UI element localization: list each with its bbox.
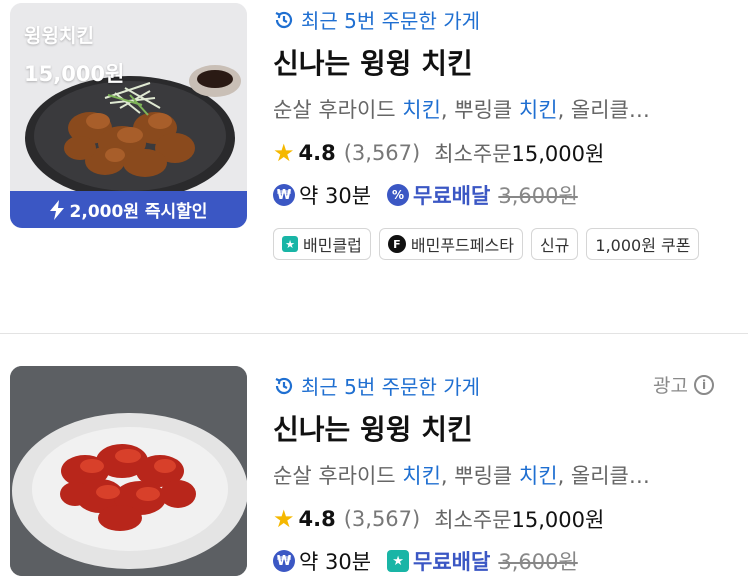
ad-label[interactable]: 광고 i (653, 371, 714, 398)
tag-new: 신규 (530, 228, 579, 260)
store-tags: ★ 배민클럽 F 배민푸드페스타 신규 1,000원 쿠폰 (273, 228, 733, 260)
min-order-value: 15,000원 (511, 508, 605, 532)
menu-keyword: 치킨 (518, 464, 558, 488)
instant-discount-banner: 2,000원 즉시할인 (10, 191, 247, 228)
delivery-row: ₩ 약 30분 % 무료배달 3,600원 (273, 180, 578, 210)
menu-part: , 뿌링클 (440, 464, 519, 488)
menu-part: , 올리클… (557, 98, 650, 122)
min-order-label: 최소주문 (434, 508, 512, 532)
min-order-label: 최소주문 (434, 142, 512, 166)
delivery-row: ₩ 약 30분 ★ 무료배달 3,600원 (273, 546, 578, 576)
menu-part: 순살 후라이드 (273, 98, 403, 122)
store-card[interactable]: 윙윙치킨 15,000원 2,000원 즉시할인 최근 5번 주문한 가게 신나… (0, 0, 748, 333)
thumb-menu-name: 윙윙치킨 (24, 25, 94, 47)
recent-order-text: 최근 5번 주문한 가게 (301, 9, 480, 33)
rating-row: ★ 4.8 (3,567) 최소주문 15,000원 (273, 138, 604, 168)
rating-value: 4.8 (298, 141, 336, 165)
won-coin-icon: ₩ (273, 550, 295, 572)
menu-keyword: 치킨 (518, 98, 558, 122)
thumb-menu-price: 15,000원 (24, 62, 125, 86)
info-icon[interactable]: i (694, 374, 714, 395)
recent-order-text: 최근 5번 주문한 가게 (301, 375, 480, 399)
delivery-time: 약 30분 (299, 184, 372, 208)
star-icon: ★ (273, 505, 295, 533)
rating-row: ★ 4.8 (3,567) 최소주문 15,000원 (273, 504, 604, 534)
baemin-club-icon: ★ (282, 236, 298, 252)
tag-coupon: 1,000원 쿠폰 (586, 228, 700, 260)
menu-part: 순살 후라이드 (273, 464, 403, 488)
tag-baemin-club: ★ 배민클럽 (273, 228, 371, 260)
recent-order-label: 최근 5번 주문한 가게 (273, 371, 480, 400)
min-order-value: 15,000원 (511, 142, 605, 166)
original-delivery-fee: 3,600원 (498, 550, 578, 574)
tag-label: 신규 (539, 236, 570, 255)
tag-food-festa: F 배민푸드페스타 (378, 228, 523, 260)
free-delivery-badge: % 무료배달 (387, 180, 490, 210)
store-name[interactable]: 신나는 윙윙 치킨 (273, 408, 473, 448)
review-count: (3,567) (343, 507, 421, 531)
store-name[interactable]: 신나는 윙윙 치킨 (273, 42, 473, 82)
percent-badge-icon: % (387, 184, 410, 206)
rating-value: 4.8 (298, 507, 336, 531)
menu-part: , 뿌링클 (440, 98, 519, 122)
menu-keyword: 치킨 (402, 98, 441, 122)
free-delivery-label: 무료배달 (413, 184, 491, 208)
tag-label: 1,000원 쿠폰 (595, 236, 691, 255)
menu-summary: 순살 후라이드 치킨, 뿌링클 치킨, 올리클… (273, 94, 650, 124)
menu-summary: 순살 후라이드 치킨, 뿌링클 치킨, 올리클… (273, 460, 650, 490)
won-coin-icon: ₩ (273, 184, 295, 206)
tag-label: 배민클럽 (303, 236, 362, 255)
star-icon: ★ (273, 139, 295, 167)
store-thumbnail[interactable]: 윙윙치킨 15,000원 2,000원 즉시할인 (10, 3, 247, 228)
clock-history-icon (275, 11, 293, 28)
menu-part: , 올리클… (557, 464, 650, 488)
baemin-club-icon: ★ (387, 550, 410, 572)
ad-text: 광고 (653, 375, 688, 397)
card-divider (0, 333, 748, 334)
free-delivery-badge: ★ 무료배달 (387, 546, 490, 576)
recent-order-label: 최근 5번 주문한 가게 (273, 5, 480, 34)
discount-label: 2,000원 즉시할인 (69, 202, 208, 222)
delivery-time: 약 30분 (299, 550, 372, 574)
menu-keyword: 치킨 (402, 464, 441, 488)
free-delivery-label: 무료배달 (413, 550, 491, 574)
store-thumbnail[interactable] (10, 366, 247, 576)
spicy-chicken-image (10, 366, 247, 576)
tag-label: 배민푸드페스타 (410, 236, 514, 255)
lightning-icon (49, 199, 64, 220)
store-card[interactable]: 최근 5번 주문한 가게 광고 i 신나는 윙윙 치킨 순살 후라이드 치킨, … (0, 366, 748, 576)
original-delivery-fee: 3,600원 (498, 184, 578, 208)
food-festa-icon: F (387, 235, 406, 253)
review-count: (3,567) (343, 141, 421, 165)
clock-history-icon (275, 377, 293, 394)
